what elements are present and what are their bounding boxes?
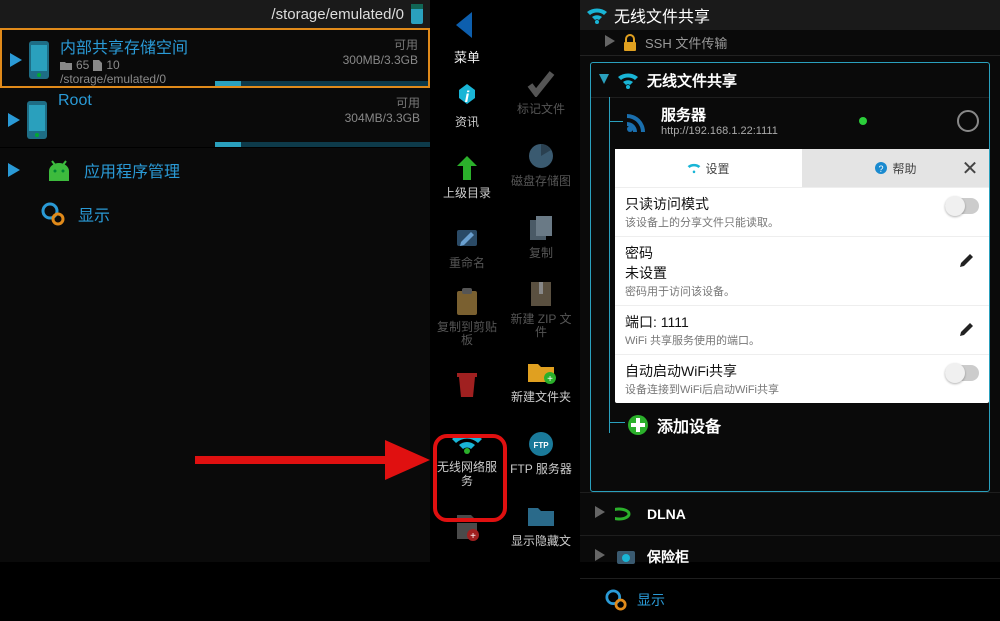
panel-titlebar: 无线文件共享 xyxy=(580,0,1000,30)
usage-bar xyxy=(215,81,428,86)
section-header[interactable]: 无线文件共享 xyxy=(591,63,989,98)
new-folder-icon: + xyxy=(524,355,558,389)
expand-icon[interactable] xyxy=(10,53,24,67)
tab-settings[interactable]: 设置 xyxy=(615,149,802,187)
edit-icon[interactable] xyxy=(959,249,977,267)
expand-icon xyxy=(595,505,605,523)
zip-icon xyxy=(524,277,558,311)
pie-icon xyxy=(524,139,558,173)
readonly-row[interactable]: 只读访问模式 该设备上的分享文件只能读取。 xyxy=(615,187,989,236)
display-row-right[interactable]: 显示 xyxy=(580,578,1000,621)
dlna-icon xyxy=(615,503,637,525)
menu-title: 菜单 xyxy=(454,47,480,66)
ftp-icon: FTP xyxy=(524,427,558,461)
settings-card: 设置 ? 帮助 ✕ 只读访问模式 该设备上的分享文件只能读取。 密码 未设置 密… xyxy=(615,149,989,403)
menu-ftp-server[interactable]: FTP FTP 服务器 xyxy=(504,416,578,488)
wifi-icon xyxy=(586,4,608,26)
toggle-switch[interactable] xyxy=(945,198,979,214)
autostart-row[interactable]: 自动启动WiFi共享 设备连接到WiFi后启动WiFi共享 xyxy=(615,354,989,403)
expand-icon xyxy=(605,35,615,50)
hidden-files-icon xyxy=(524,499,558,533)
row-label: 应用程序管理 xyxy=(84,158,180,182)
safe-row[interactable]: 保险柜 xyxy=(580,535,1000,578)
wifi-share-section: 无线文件共享 服务器 http://192.168.1.22:1111 设置 ? xyxy=(590,62,990,492)
gear-icon xyxy=(605,589,627,611)
server-info: 服务器 http://192.168.1.22:1111 xyxy=(661,104,778,137)
menu-show-hidden[interactable]: 显示隐藏文 xyxy=(504,488,578,560)
gear-icon xyxy=(38,199,68,229)
folder-icon xyxy=(60,60,72,70)
phone-icon xyxy=(26,100,48,140)
wifi-icon xyxy=(687,161,701,175)
storage-root[interactable]: Root 可用 304MB/3.3GB xyxy=(0,88,430,148)
svg-text:i: i xyxy=(465,89,470,106)
expand-icon[interactable] xyxy=(8,163,22,177)
file-manager-panel: /storage/emulated/0 内部共享存储空间 65 10 /stor… xyxy=(0,0,430,562)
menu-delete xyxy=(430,351,504,421)
file-icon xyxy=(93,60,102,71)
sdcard-icon xyxy=(410,3,424,25)
svg-text:FTP: FTP xyxy=(533,441,549,450)
display-row[interactable]: 显示 xyxy=(0,192,430,236)
password-row[interactable]: 密码 未设置 密码用于访问该设备。 xyxy=(615,236,989,305)
storage-internal[interactable]: 内部共享存储空间 65 10 /storage/emulated/0 可用 30… xyxy=(0,28,430,88)
panel-title: 无线文件共享 xyxy=(614,3,710,27)
ssh-label: SSH 文件传输 xyxy=(645,33,727,52)
menu-back-button[interactable] xyxy=(430,0,504,51)
card-tabs: 设置 ? 帮助 ✕ xyxy=(615,149,989,187)
expand-icon xyxy=(595,548,605,566)
menu-info[interactable]: i 资讯 xyxy=(430,70,504,140)
section-title: 无线文件共享 xyxy=(647,70,737,91)
menu-new-zip: 新建 ZIP 文件 xyxy=(504,272,578,344)
tutorial-highlight xyxy=(433,434,507,522)
rss-icon xyxy=(625,108,651,134)
dlna-row[interactable]: DLNA xyxy=(580,492,1000,535)
menu-mark-files: 标记文件 xyxy=(504,56,578,128)
up-arrow-icon xyxy=(450,151,484,185)
wifi-share-panel: 无线文件共享 SSH 文件传输 无线文件共享 服务器 http://192.16… xyxy=(580,0,1000,562)
menu-rename: 重命名 xyxy=(430,210,504,280)
wifi-icon xyxy=(617,69,639,91)
lock-icon xyxy=(621,34,639,52)
info-icon: i xyxy=(450,80,484,114)
phone-icon xyxy=(28,40,50,80)
android-icon xyxy=(44,155,74,185)
svg-text:+: + xyxy=(470,531,476,541)
current-path: /storage/emulated/0 xyxy=(271,6,404,23)
radio-button[interactable] xyxy=(957,110,979,132)
svg-text:+: + xyxy=(547,374,553,384)
server-row[interactable]: 服务器 http://192.168.1.22:1111 xyxy=(591,98,989,143)
check-icon xyxy=(524,67,558,101)
port-row[interactable]: 端口: 1111 WiFi 共享服务使用的端口。 xyxy=(615,305,989,354)
help-icon: ? xyxy=(874,161,888,175)
path-bar[interactable]: /storage/emulated/0 xyxy=(0,0,430,28)
clipboard-icon xyxy=(450,285,484,319)
camera-icon xyxy=(615,546,637,568)
storage-usage: 可用 300MB/3.3GB xyxy=(343,36,418,67)
expand-icon xyxy=(599,74,609,86)
row-label: 显示 xyxy=(78,202,110,226)
edit-icon[interactable] xyxy=(959,318,977,336)
usage-bar xyxy=(215,142,430,147)
menu-new-folder[interactable]: + 新建文件夹 xyxy=(504,344,578,416)
svg-text:?: ? xyxy=(879,164,884,174)
plus-icon xyxy=(627,414,649,436)
menu-up-dir[interactable]: 上级目录 xyxy=(430,140,504,210)
pencil-icon xyxy=(450,221,484,255)
close-button[interactable]: ✕ xyxy=(955,153,985,183)
menu-disk-chart: 磁盘存储图 xyxy=(504,128,578,200)
storage-usage: 可用 304MB/3.3GB xyxy=(345,94,420,125)
menu-copy-clipboard: 复制到剪贴板 xyxy=(430,281,504,351)
status-dot xyxy=(859,117,867,125)
ssh-row[interactable]: SSH 文件传输 xyxy=(580,30,1000,56)
add-device-row[interactable]: 添加设备 xyxy=(591,403,989,441)
toggle-switch[interactable] xyxy=(945,365,979,381)
expand-icon[interactable] xyxy=(8,113,22,127)
app-manager-row[interactable]: 应用程序管理 xyxy=(0,148,430,192)
copy-icon xyxy=(524,211,558,245)
trash-icon xyxy=(450,368,484,402)
menu-copy: 复制 xyxy=(504,200,578,272)
